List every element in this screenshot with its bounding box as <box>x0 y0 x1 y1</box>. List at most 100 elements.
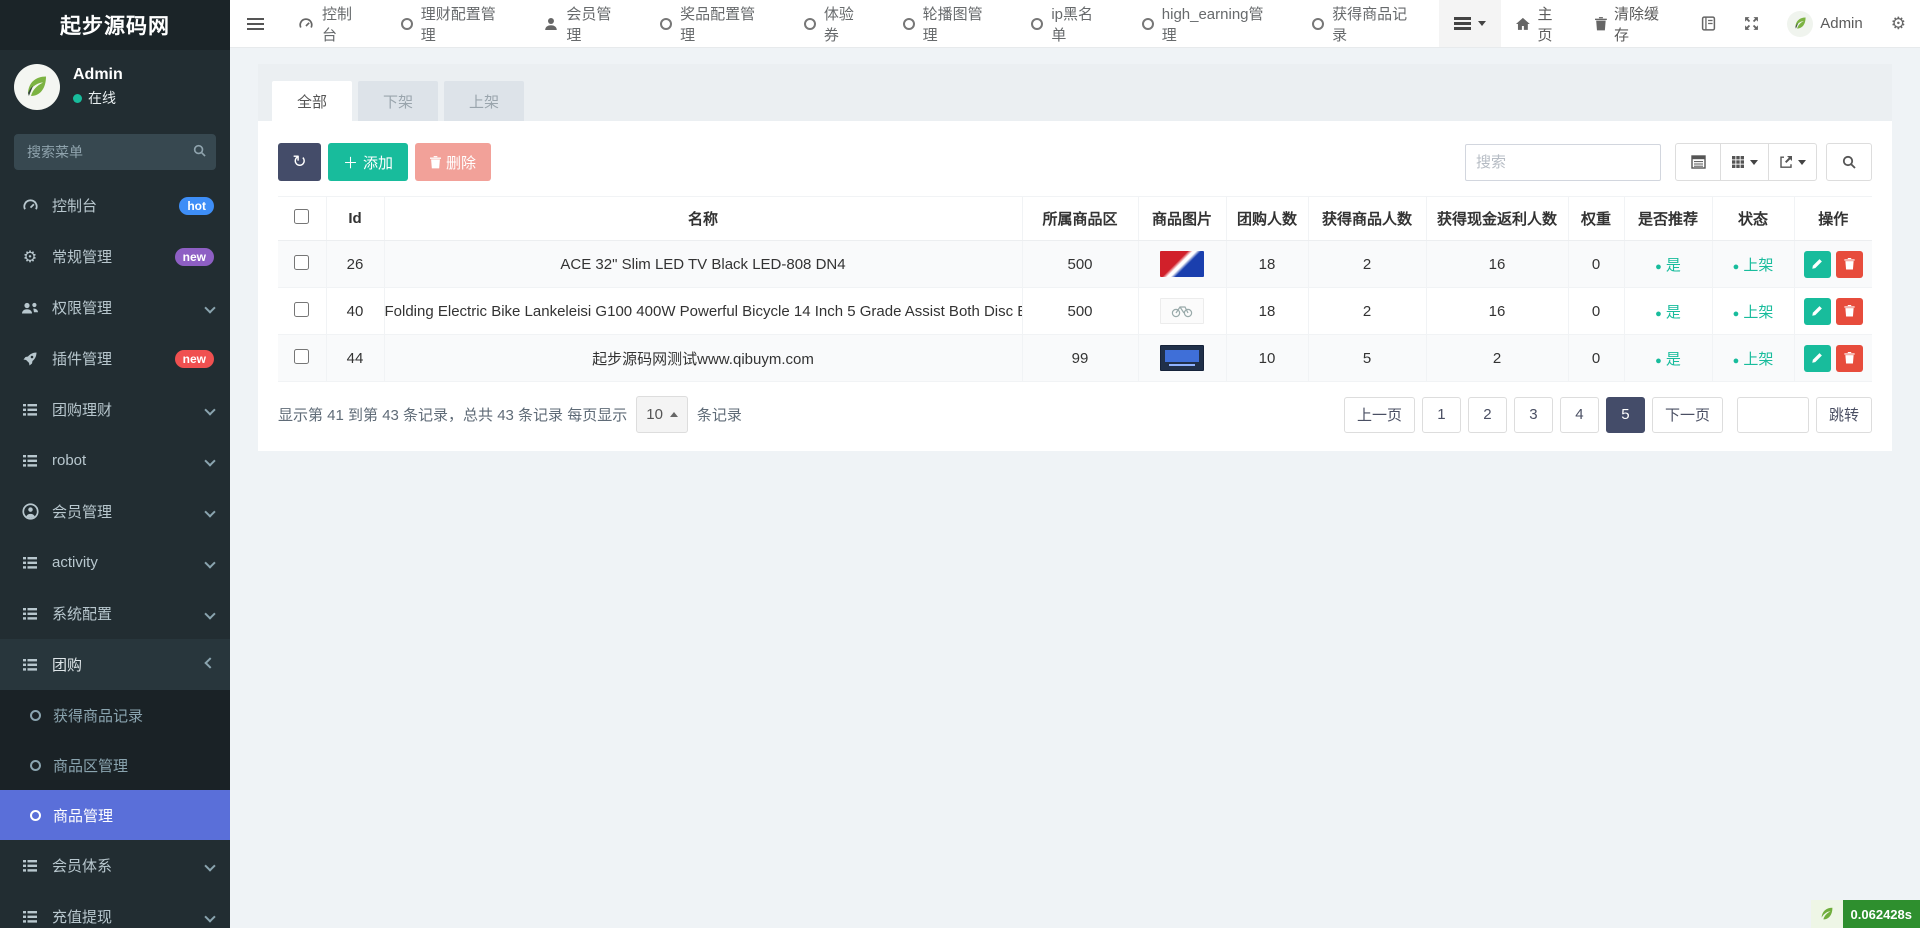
caret-up-icon <box>669 412 678 417</box>
submenu-item-goods-manage[interactable]: 商品管理 <box>0 790 230 840</box>
tabs-list-dropdown[interactable] <box>1438 0 1501 47</box>
sidebar-menu: 控制台 hot ⚙ 常规管理 new 权限管理 插件管理 new 团购理财 ro… <box>0 180 230 690</box>
tab-all[interactable]: 全部 <box>272 81 353 121</box>
edit-button[interactable] <box>1803 250 1831 278</box>
docs-link[interactable] <box>1687 0 1730 47</box>
col-name: 名称 <box>384 196 1023 241</box>
prev-page-button[interactable]: 上一页 <box>1343 396 1415 433</box>
tab-off-shelf[interactable]: 下架 <box>358 81 439 121</box>
table-search-input[interactable] <box>1465 143 1661 181</box>
users-icon <box>20 301 40 315</box>
delete-row-button[interactable] <box>1835 344 1863 372</box>
submenu-item-goods-records[interactable]: 获得商品记录 <box>0 690 230 740</box>
edit-button[interactable] <box>1803 297 1831 325</box>
row-checkbox[interactable] <box>294 254 310 270</box>
sidebar-item-permissions[interactable]: 权限管理 <box>0 282 230 333</box>
col-cashback: 获得现金返利人数 <box>1426 196 1569 241</box>
row-checkbox[interactable] <box>294 348 310 364</box>
jump-page-input[interactable] <box>1736 396 1809 433</box>
sidebar-item-robot[interactable]: robot <box>0 435 230 486</box>
jump-button[interactable]: 跳转 <box>1815 396 1872 433</box>
topnav-tab-high-earning[interactable]: high_earning管理 <box>1125 0 1295 47</box>
cell-name: ACE 32" Slim LED TV Black LED-808 DN4 <box>384 240 1023 288</box>
select-all-checkbox[interactable] <box>294 209 310 224</box>
page-size-select[interactable]: 10 <box>636 396 688 433</box>
columns-button[interactable] <box>1720 143 1769 181</box>
cell-weight: 0 <box>1568 287 1625 335</box>
new-badge: new <box>174 247 214 266</box>
delete-row-button[interactable] <box>1835 250 1863 278</box>
delete-button[interactable]: 删除 <box>415 143 492 181</box>
page-load-time: 0.062428s <box>1842 900 1920 928</box>
status-dot: ● <box>1732 260 1740 273</box>
sidebar-item-dashboard[interactable]: 控制台 hot <box>0 180 230 231</box>
chevron-left-icon <box>204 556 216 569</box>
add-button[interactable]: ＋添加 <box>328 143 409 181</box>
topnav-tab-dashboard[interactable]: 控制台 <box>281 0 384 47</box>
page-button-4[interactable]: 4 <box>1559 396 1599 433</box>
fullscreen-toggle[interactable] <box>1730 0 1773 47</box>
page-button-3[interactable]: 3 <box>1513 396 1553 433</box>
cell-id: 44 <box>326 334 385 382</box>
home-link[interactable]: 主页 <box>1501 0 1581 47</box>
list-icon <box>20 658 40 672</box>
admin-user-menu[interactable]: Admin <box>1773 0 1877 47</box>
leaf-logo-icon <box>28 76 46 96</box>
sidebar-item-groupbuy-finance[interactable]: 团购理财 <box>0 384 230 435</box>
recommend-badge: ● 是 <box>1624 240 1713 288</box>
status-dot: ● <box>1732 307 1740 320</box>
sidebar-item-system-config[interactable]: 系统配置 <box>0 588 230 639</box>
view-tools <box>1675 143 1817 181</box>
menu-search-input[interactable] <box>14 134 216 170</box>
topnav-tab-finance-config[interactable]: 理财配置管理 <box>384 0 528 47</box>
col-status: 状态 <box>1712 196 1795 241</box>
row-checkbox[interactable] <box>294 301 310 317</box>
page-button-5-active[interactable]: 5 <box>1605 396 1645 433</box>
trace-badge[interactable]: 0.062428s <box>1810 900 1920 928</box>
sidebar-item-groupbuy[interactable]: 团购 <box>0 639 230 690</box>
tab-on-shelf[interactable]: 上架 <box>444 81 525 121</box>
col-recommend: 是否推荐 <box>1624 196 1713 241</box>
delete-row-button[interactable] <box>1835 297 1863 325</box>
col-image: 商品图片 <box>1138 196 1227 241</box>
topnav-tab-members[interactable]: 会员管理 <box>527 0 643 47</box>
sidebar-item-recharge-withdraw[interactable]: 充值提现 <box>0 891 230 928</box>
col-buyers: 团购人数 <box>1226 196 1309 241</box>
hot-badge: hot <box>179 196 214 215</box>
clear-cache-link[interactable]: 清除缓存 <box>1581 0 1687 47</box>
trash-icon <box>1844 258 1855 270</box>
sidebar-toggle-icon[interactable] <box>230 0 281 47</box>
settings-menu[interactable]: ⚙ <box>1877 0 1920 47</box>
search-toggle-button[interactable] <box>1826 143 1872 181</box>
page-button-2[interactable]: 2 <box>1467 396 1507 433</box>
sidebar-item-activity[interactable]: activity <box>0 537 230 588</box>
topnav-right: 主页 清除缓存 Admin ⚙ <box>1438 0 1920 47</box>
product-image <box>1160 345 1204 371</box>
sidebar-item-members[interactable]: 会员管理 <box>0 486 230 537</box>
refresh-button[interactable]: ↻ <box>278 143 321 181</box>
submenu-item-goods-zone[interactable]: 商品区管理 <box>0 740 230 790</box>
circle-icon <box>30 709 41 721</box>
sidebar-item-plugins[interactable]: 插件管理 new <box>0 333 230 384</box>
list-icon <box>20 454 40 468</box>
topnav-tab-goods-records[interactable]: 获得商品记录 <box>1295 0 1439 47</box>
cell-weight: 0 <box>1568 240 1625 288</box>
topnav-tab-prize-config[interactable]: 奖品配置管理 <box>643 0 787 47</box>
pencil-icon <box>1812 259 1823 269</box>
table-toolbar: ↻ ＋添加 删除 <box>278 143 1872 181</box>
app-logo: 起步源码网 <box>0 0 230 50</box>
export-button[interactable] <box>1768 143 1817 181</box>
sidebar-item-member-system[interactable]: 会员体系 <box>0 840 230 891</box>
toggle-view-button[interactable] <box>1675 143 1721 181</box>
edit-button[interactable] <box>1803 344 1831 372</box>
user-icon <box>545 17 558 30</box>
cell-buyers: 18 <box>1226 287 1309 335</box>
topnav-tab-coupon[interactable]: 体验券 <box>787 0 886 47</box>
topnav-tab-banner[interactable]: 轮播图管理 <box>886 0 1015 47</box>
recommend-badge: ● 是 <box>1624 334 1713 382</box>
page-button-1[interactable]: 1 <box>1421 396 1461 433</box>
topnav-tab-ip-blacklist[interactable]: ip黑名单 <box>1014 0 1124 47</box>
next-page-button[interactable]: 下一页 <box>1651 396 1723 433</box>
sidebar-item-general[interactable]: ⚙ 常规管理 new <box>0 231 230 282</box>
circle-icon <box>30 809 41 821</box>
